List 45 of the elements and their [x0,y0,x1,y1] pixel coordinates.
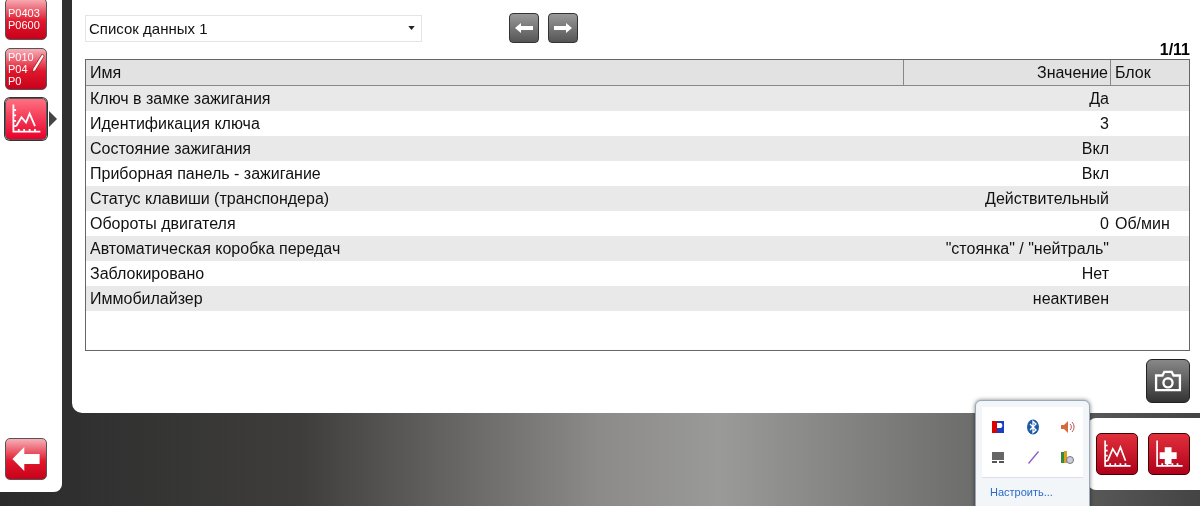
table-cell-text: "стоянка" / "нейтраль" [944,239,1110,258]
table-cell-text: Состояние зажигания [89,139,252,158]
books-icon[interactable] [1059,449,1075,465]
table-cell-text: Статус клавиши (транспондера) [89,189,331,208]
right-arrow-icon [553,22,573,34]
table-cell: Об/мин [1115,214,1170,232]
next-button[interactable] [548,13,578,43]
edit-codes-button[interactable]: P010 P04 P0 [5,48,47,90]
selection-pointer-icon [49,111,57,127]
table-cell-text: неактивен [1031,289,1110,308]
table-cell-text: Вкл [1080,164,1110,183]
page-indicator: 1/11 [1159,41,1190,58]
left-arrow-icon [514,22,534,34]
fault-codes-button[interactable]: P0403 P0600 [5,0,47,40]
column-header: Значение [903,60,1111,85]
table-cell-text: Действительный [984,189,1110,208]
table-cell-text: Идентификация ключа [89,114,261,133]
camera-icon [1154,370,1182,392]
pen-icon [31,52,45,74]
customize-link[interactable]: Настроить... [990,486,1053,498]
graph-tool-button[interactable] [5,98,47,140]
camera-button[interactable] [1146,359,1190,403]
graph-tool-button[interactable] [1096,433,1138,475]
table-cell-text: 3 [1099,114,1110,133]
back-button[interactable] [5,438,47,480]
table-cell-text: 0 [1099,214,1110,233]
column-header: Блок [1114,62,1152,83]
bluetooth-icon[interactable] [1024,419,1041,435]
column-header: Имя [89,62,123,83]
table-cell-text: Вкл [1080,139,1110,158]
medical-tool-button[interactable] [1148,433,1190,475]
table-cell-text: Приборная панель - зажигание [89,164,322,183]
monitor-icon[interactable] [990,449,1006,465]
caret-icon [408,26,415,30]
speaker-icon[interactable] [1059,419,1075,435]
flag-icon[interactable] [990,419,1006,435]
table-cell-text: Автоматическая коробка передач [89,239,342,258]
data-list-dropdown[interactable]: Список данных 1 [85,14,422,42]
table-cell-text: Нет [1080,264,1110,283]
table-cell-text: Да [1088,89,1110,108]
table-cell-text: Обороты двигателя [89,214,237,233]
table-cell-text: Ключ в замке зажигания [89,89,272,108]
table-cell-text: Заблокировано [89,264,206,283]
table-cell-text: Иммобилайзер [89,289,204,308]
previous-button[interactable] [509,13,539,43]
